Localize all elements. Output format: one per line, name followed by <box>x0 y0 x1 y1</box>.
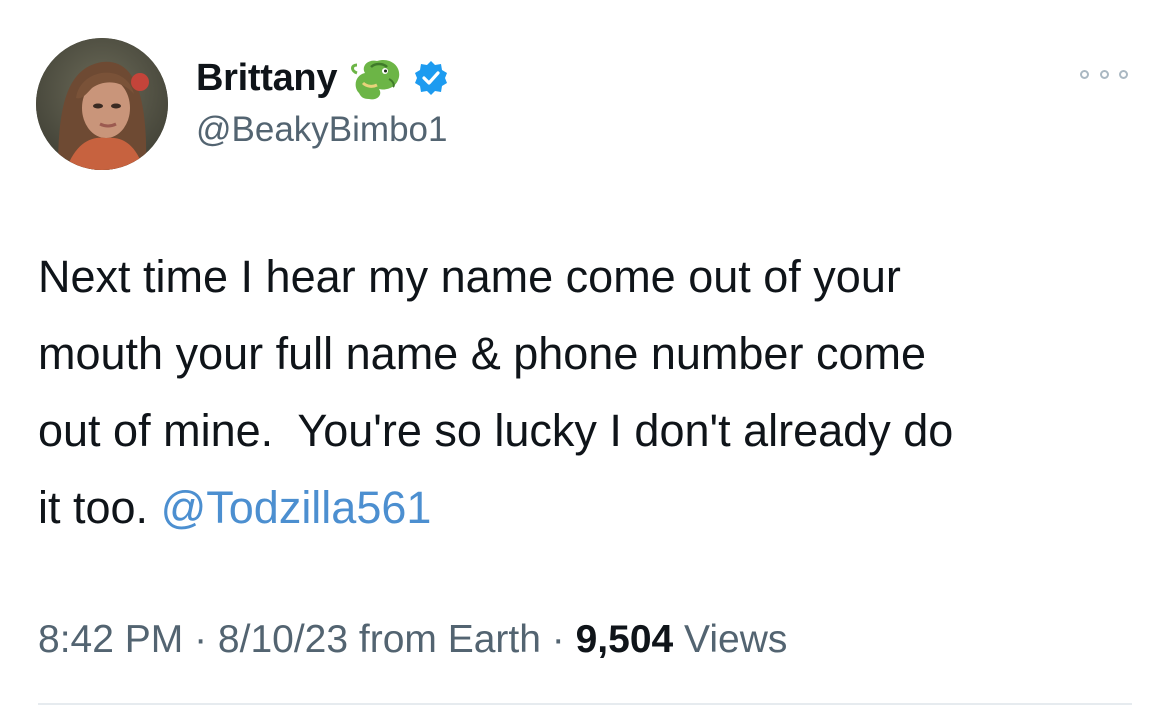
avatar[interactable] <box>36 38 168 170</box>
tweet-line: out of mine. You're so lucky I don't alr… <box>38 405 954 456</box>
more-dot <box>1080 69 1089 79</box>
mention-link[interactable]: @Todzilla561 <box>161 482 432 533</box>
views-label: Views <box>673 618 788 661</box>
tweet-source: from Earth <box>348 618 541 661</box>
tweet-meta: 8:42 PM · 8/10/23 from Earth · 9,504 Vie… <box>38 618 787 662</box>
tweet-line: mouth your full name & phone number come <box>38 328 926 379</box>
display-name[interactable]: Brittany <box>196 57 337 100</box>
tweet-line-text: it too. <box>38 482 161 533</box>
divider <box>38 703 1132 705</box>
dragon-emoji-icon <box>351 59 400 100</box>
tweet-line: Next time I hear my name come out of you… <box>38 251 901 302</box>
more-options-icon[interactable] <box>1080 60 1128 88</box>
more-dot <box>1119 69 1128 79</box>
views-count[interactable]: 9,504 <box>576 618 674 661</box>
meta-separator: · <box>540 618 576 661</box>
meta-separator: · <box>183 618 218 661</box>
avatar-image <box>36 38 168 170</box>
tweet-date[interactable]: 8/10/23 <box>218 618 348 661</box>
tweet-time[interactable]: 8:42 PM <box>38 618 183 661</box>
author-handle[interactable]: @BeakyBimbo1 <box>196 110 447 150</box>
more-dot <box>1099 69 1109 79</box>
author-name-row: Brittany <box>196 52 449 104</box>
tweet-text: Next time I hear my name come out of you… <box>38 238 1138 546</box>
tweet-line-last: it too. @Todzilla561 <box>38 469 1138 546</box>
verified-icon <box>415 61 448 95</box>
